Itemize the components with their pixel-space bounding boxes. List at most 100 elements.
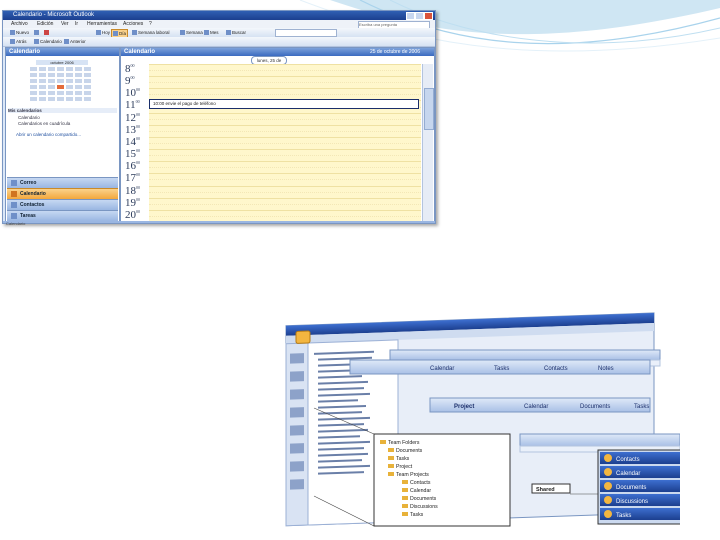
month-icon (204, 30, 209, 36)
tree-item[interactable]: Documents (410, 496, 437, 502)
hour-label: 1900 (125, 196, 140, 209)
calendar-view-button[interactable]: Calendario (33, 38, 63, 45)
scrollbar-thumb[interactable] (424, 88, 434, 130)
hour-label: 1300 (125, 123, 140, 136)
previous-button[interactable]: Anterior (63, 38, 87, 45)
hour-label: 1000 (125, 87, 140, 100)
menu-bar: Archivo Edición Ver Ir Herramientas Acci… (3, 20, 435, 29)
tree-item[interactable]: Team Projects (396, 472, 429, 478)
tree-item[interactable]: Documents (396, 448, 423, 454)
hour-slot-line (149, 209, 421, 211)
previous-icon (64, 39, 69, 45)
menu-help[interactable]: ? (149, 20, 152, 28)
side-button-documents[interactable]: Documents (600, 480, 680, 492)
half-hour-slot-line (149, 179, 421, 181)
tree-item[interactable]: Tasks (410, 512, 424, 518)
minimize-icon[interactable] (406, 12, 415, 20)
tree-item[interactable]: Calendar (410, 488, 431, 494)
menu-go[interactable]: Ir (75, 20, 78, 28)
tree-item[interactable]: Project (396, 464, 413, 470)
ribbon-label-tasks-2[interactable]: Tasks (634, 404, 649, 410)
today-button[interactable]: Hoy (95, 29, 111, 36)
hour-label: 800 (125, 63, 135, 75)
hour-label: 1100 (125, 99, 140, 112)
navigation-pane: Calendario octubre 2006 Mis calendarios … (5, 47, 120, 223)
side-button-calendar[interactable]: Calendar (600, 466, 680, 478)
ribbon-bar-2: Calendar Tasks Contacts Notes (349, 359, 651, 375)
menu-view[interactable]: Ver (61, 20, 69, 28)
open-shared-link[interactable]: Calendarios en cuadrícula (18, 121, 70, 126)
share-calendar-link[interactable]: Abrir un calendario compartido... (16, 132, 81, 137)
hour-slot-line (149, 197, 421, 199)
mini-calendar-week (30, 67, 94, 72)
nav-contacts-button[interactable]: Contactos (7, 199, 118, 210)
svg-text:Calendar: Calendar (616, 471, 640, 477)
tree-item[interactable]: Team Folders (388, 440, 420, 446)
menu-file[interactable]: Archivo (11, 20, 28, 28)
contacts-icon (11, 201, 17, 208)
ribbon-label-project[interactable]: Project (454, 404, 474, 410)
hour-slot-line (149, 136, 421, 138)
menu-edit[interactable]: Edición (37, 20, 53, 28)
hour-label: 1700 (125, 172, 140, 185)
my-calendars-heading[interactable]: Mis calendarios (8, 108, 117, 113)
maximize-icon[interactable] (415, 12, 424, 20)
print-button[interactable] (33, 29, 41, 36)
hour-label: 900 (125, 75, 135, 88)
svg-text:Contacts: Contacts (616, 457, 640, 463)
work-week-button[interactable]: Semana laboral (131, 29, 171, 36)
side-button-discussions[interactable]: Discussions (600, 494, 680, 506)
ribbon-label-contacts[interactable]: Contacts (544, 366, 568, 372)
menu-tools[interactable]: Herramientas (87, 20, 117, 28)
hour-slot-line (149, 173, 421, 175)
ribbon-label-tasks[interactable]: Tasks (494, 366, 509, 372)
mail-icon (11, 179, 17, 186)
address-search-input[interactable] (275, 29, 337, 37)
day-icon (113, 31, 118, 37)
delete-button[interactable] (43, 29, 51, 36)
mini-calendar[interactable]: octubre 2006 (26, 60, 98, 102)
back-icon (10, 39, 15, 45)
hour-slot-line (149, 161, 421, 163)
tree-item[interactable]: Tasks (396, 456, 410, 462)
back-button[interactable]: Atrás (9, 38, 28, 45)
nav-tasks-button[interactable]: Tareas (7, 210, 118, 221)
time-column: 800 900 1000 1100 1200 1300 1400 1500 1600 1700 18… (121, 63, 147, 222)
calendar-scrollbar[interactable] (422, 64, 434, 222)
search-icon (226, 30, 231, 36)
side-button-tasks[interactable]: Tasks (600, 508, 680, 520)
hour-label: 2000 (125, 208, 140, 221)
half-hour-slot-line (149, 191, 421, 193)
month-button[interactable]: Mes (203, 29, 220, 36)
calendar-checkbox-item[interactable]: Calendario (18, 115, 40, 120)
week-button[interactable]: Semana (179, 29, 204, 36)
shared-label: Shared (536, 487, 555, 493)
nav-calendar-button[interactable]: Calendario (7, 188, 118, 199)
ribbon-label-notes[interactable]: Notes (598, 366, 614, 372)
hour-slot-line (149, 124, 421, 126)
hour-slot-line (149, 185, 421, 187)
menu-actions[interactable]: Acciones (123, 20, 143, 28)
new-button[interactable]: Nuevo (9, 29, 30, 36)
new-icon (10, 30, 15, 36)
appointment-item[interactable]: 10:00 envie el pago de teléfono (149, 99, 419, 109)
outlook-window: Calendario - Microsoft Outlook Archivo E… (2, 10, 436, 224)
search-button[interactable]: Buscar (225, 29, 247, 36)
tree-item[interactable]: Discussions (410, 504, 438, 510)
tree-item[interactable]: Contacts (410, 480, 431, 486)
close-icon[interactable] (424, 12, 433, 20)
ribbon-label-documents[interactable]: Documents (580, 404, 610, 410)
ribbon-label-calendar[interactable]: Calendar (430, 366, 454, 372)
ribbon-label-calendar-2[interactable]: Calendar (524, 404, 548, 410)
half-hour-slot-line (149, 215, 421, 217)
nav-mail-button[interactable]: Correo (7, 177, 118, 188)
hour-label: 1500 (125, 148, 140, 161)
time-slots[interactable] (149, 64, 421, 222)
secondary-toolbar: Atrás Calendario Anterior (3, 37, 435, 47)
screenshot-caption: Calendario (6, 221, 26, 226)
half-hour-slot-line (149, 203, 421, 205)
svg-text:Tasks: Tasks (616, 513, 631, 519)
side-button-contacts[interactable]: Contacts (600, 452, 680, 464)
project-collage: Calendar Tasks Contacts Notes Project Ca… (285, 312, 680, 527)
half-hour-slot-line (149, 155, 421, 157)
